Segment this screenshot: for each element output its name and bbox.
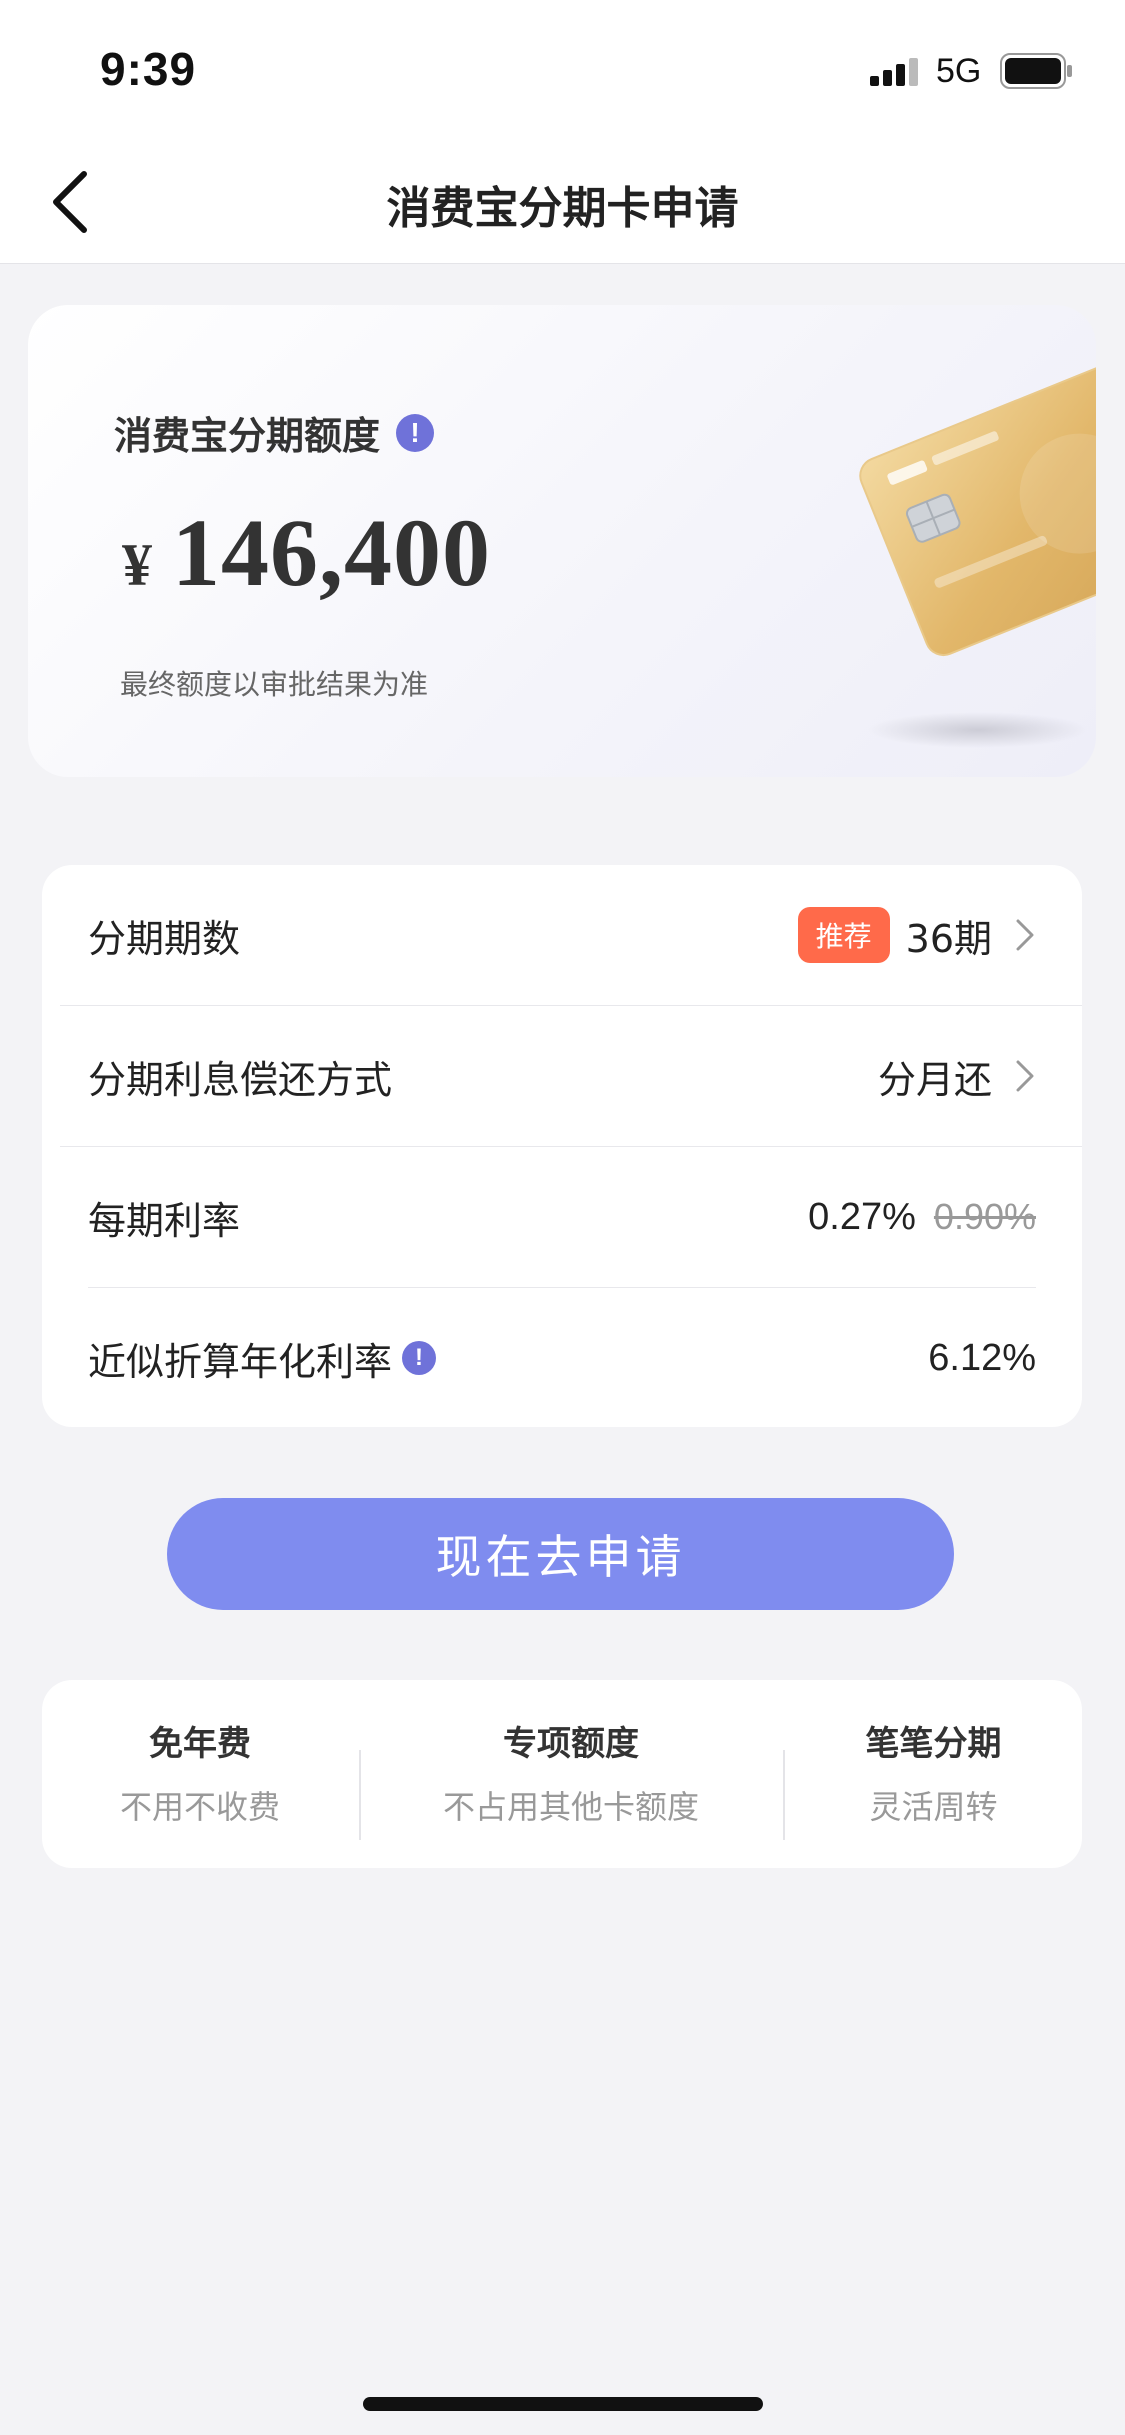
signal-icon xyxy=(870,58,918,86)
options-panel: 分期期数 推荐 36期 分期利息偿还方式 分月还 每期利率 0.27% 0.90… xyxy=(42,865,1082,1427)
option-value-group: 6.12% xyxy=(928,1337,1036,1380)
benefit-subtitle: 不占用其他卡额度 xyxy=(442,1788,699,1826)
page-title: 消费宝分期卡申请 xyxy=(386,183,739,234)
option-value-group: 分月还 xyxy=(878,1049,1036,1104)
amount-value: 146,400 xyxy=(172,499,491,606)
chevron-right-icon xyxy=(1016,919,1034,951)
limit-amount: ¥ 146,400 xyxy=(122,497,491,608)
benefit-item: 笔笔分期 灵活周转 xyxy=(785,1680,1082,1868)
network-label: 5G xyxy=(936,52,982,90)
home-indicator xyxy=(363,2397,763,2411)
limit-card: 消费宝分期额度 ! ¥ 146,400 最终额度以审批结果为准 xyxy=(28,305,1096,777)
benefits-panel: 免年费 不用不收费 专项额度 不占用其他卡额度 笔笔分期 灵活周转 xyxy=(42,1680,1082,1868)
status-bar: 9:39 5G xyxy=(0,0,1125,140)
rate-value: 0.27% xyxy=(808,1195,916,1238)
option-value: 分月还 xyxy=(877,1057,992,1102)
limit-title: 消费宝分期额度 xyxy=(114,414,381,458)
apply-button[interactable]: 现在去申请 xyxy=(167,1498,954,1610)
option-label-group: 近似折算年化利率 ! xyxy=(88,1331,437,1386)
benefit-item: 免年费 不用不收费 xyxy=(42,1680,358,1868)
credit-card-image xyxy=(859,350,1096,748)
limit-note: 最终额度以审批结果为准 xyxy=(120,668,429,701)
benefit-title: 笔笔分期 xyxy=(865,1724,1002,1764)
limit-title-row: 消费宝分期额度 ! xyxy=(114,405,435,460)
annual-rate-row: 近似折算年化利率 ! 6.12% xyxy=(42,1288,1082,1428)
option-label: 分期利息偿还方式 xyxy=(88,1057,393,1102)
battery-icon xyxy=(1000,53,1072,89)
benefit-title: 免年费 xyxy=(149,1724,251,1764)
info-icon[interactable]: ! xyxy=(402,1341,437,1375)
option-label: 每期利率 xyxy=(88,1198,241,1243)
chevron-right-icon xyxy=(1016,1060,1034,1092)
option-label: 分期期数 xyxy=(88,916,241,961)
option-label: 近似折算年化利率 xyxy=(88,1339,393,1384)
option-value-group: 推荐 36期 xyxy=(797,907,1036,963)
benefit-item: 专项额度 不占用其他卡额度 xyxy=(361,1680,781,1868)
rate-value: 6.12% xyxy=(928,1336,1036,1379)
recommend-badge: 推荐 xyxy=(797,907,890,963)
status-time: 9:39 xyxy=(100,43,197,95)
benefit-subtitle: 灵活周转 xyxy=(869,1788,998,1826)
option-value-group: 0.27% 0.90% xyxy=(808,1196,1036,1239)
repayment-method-row[interactable]: 分期利息偿还方式 分月还 xyxy=(42,1006,1082,1146)
original-rate: 0.90% xyxy=(933,1196,1036,1237)
info-icon[interactable]: ! xyxy=(396,413,435,452)
currency-symbol: ¥ xyxy=(122,532,152,598)
period-rate-row: 每期利率 0.27% 0.90% xyxy=(42,1147,1082,1287)
installment-periods-row[interactable]: 分期期数 推荐 36期 xyxy=(42,865,1082,1005)
option-value: 36期 xyxy=(905,916,992,961)
benefit-title: 专项额度 xyxy=(503,1724,639,1764)
nav-bar: 消费宝分期卡申请 xyxy=(0,140,1125,264)
benefit-subtitle: 不用不收费 xyxy=(119,1788,280,1826)
